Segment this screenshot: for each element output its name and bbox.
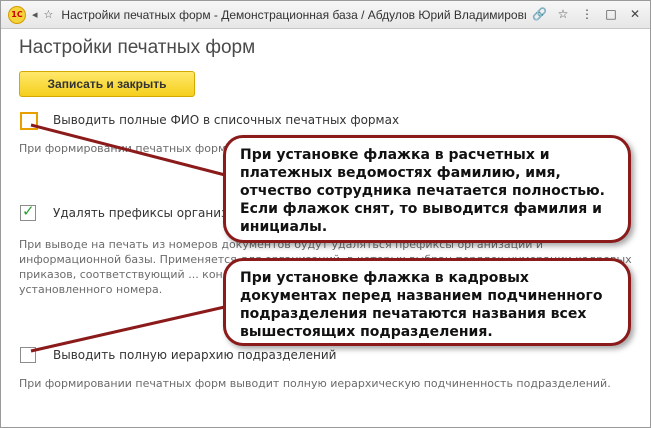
close-icon[interactable]: ✕ [628,7,642,21]
window-title: Настройки печатных форм - Демонстрационн… [61,7,526,22]
maximize-icon[interactable]: □ [604,7,618,21]
more-icon[interactable]: ⋮ [580,7,594,21]
full-hierarchy-hint: При формировании печатных форм выводит п… [19,377,611,390]
check-mark-icon: ✓ [22,202,35,220]
remove-prefix-checkbox[interactable]: ✓ [20,202,36,221]
favorite-star-icon[interactable]: ☆ [556,7,570,21]
app-logo-icon: 1С [8,5,26,24]
full-name-checkbox[interactable] [20,112,38,130]
app-window: 1С ◂ ☆ Настройки печатных форм - Демонст… [0,0,651,428]
callout-hierarchy: При установке флажка в кадровых документ… [223,258,631,346]
back-icon[interactable]: ◂ [32,8,38,21]
callout-2-pointer [30,304,230,353]
full-name-label[interactable]: Выводить полные ФИО в списочных печатных… [53,113,399,127]
full-hierarchy-checkbox[interactable] [20,347,36,363]
favorite-icon[interactable]: ☆ [44,8,54,21]
full-hierarchy-label[interactable]: Выводить полную иерархию подразделений [53,348,336,362]
title-bar: 1С ◂ ☆ Настройки печатных форм - Демонст… [1,1,650,29]
callout-full-name: При установке флажка в расчетных и плате… [223,135,631,243]
save-and-close-button[interactable]: Записать и закрыть [19,71,195,97]
links-icon[interactable]: 🔗 [532,7,547,21]
page-title: Настройки печатных форм [19,37,256,58]
